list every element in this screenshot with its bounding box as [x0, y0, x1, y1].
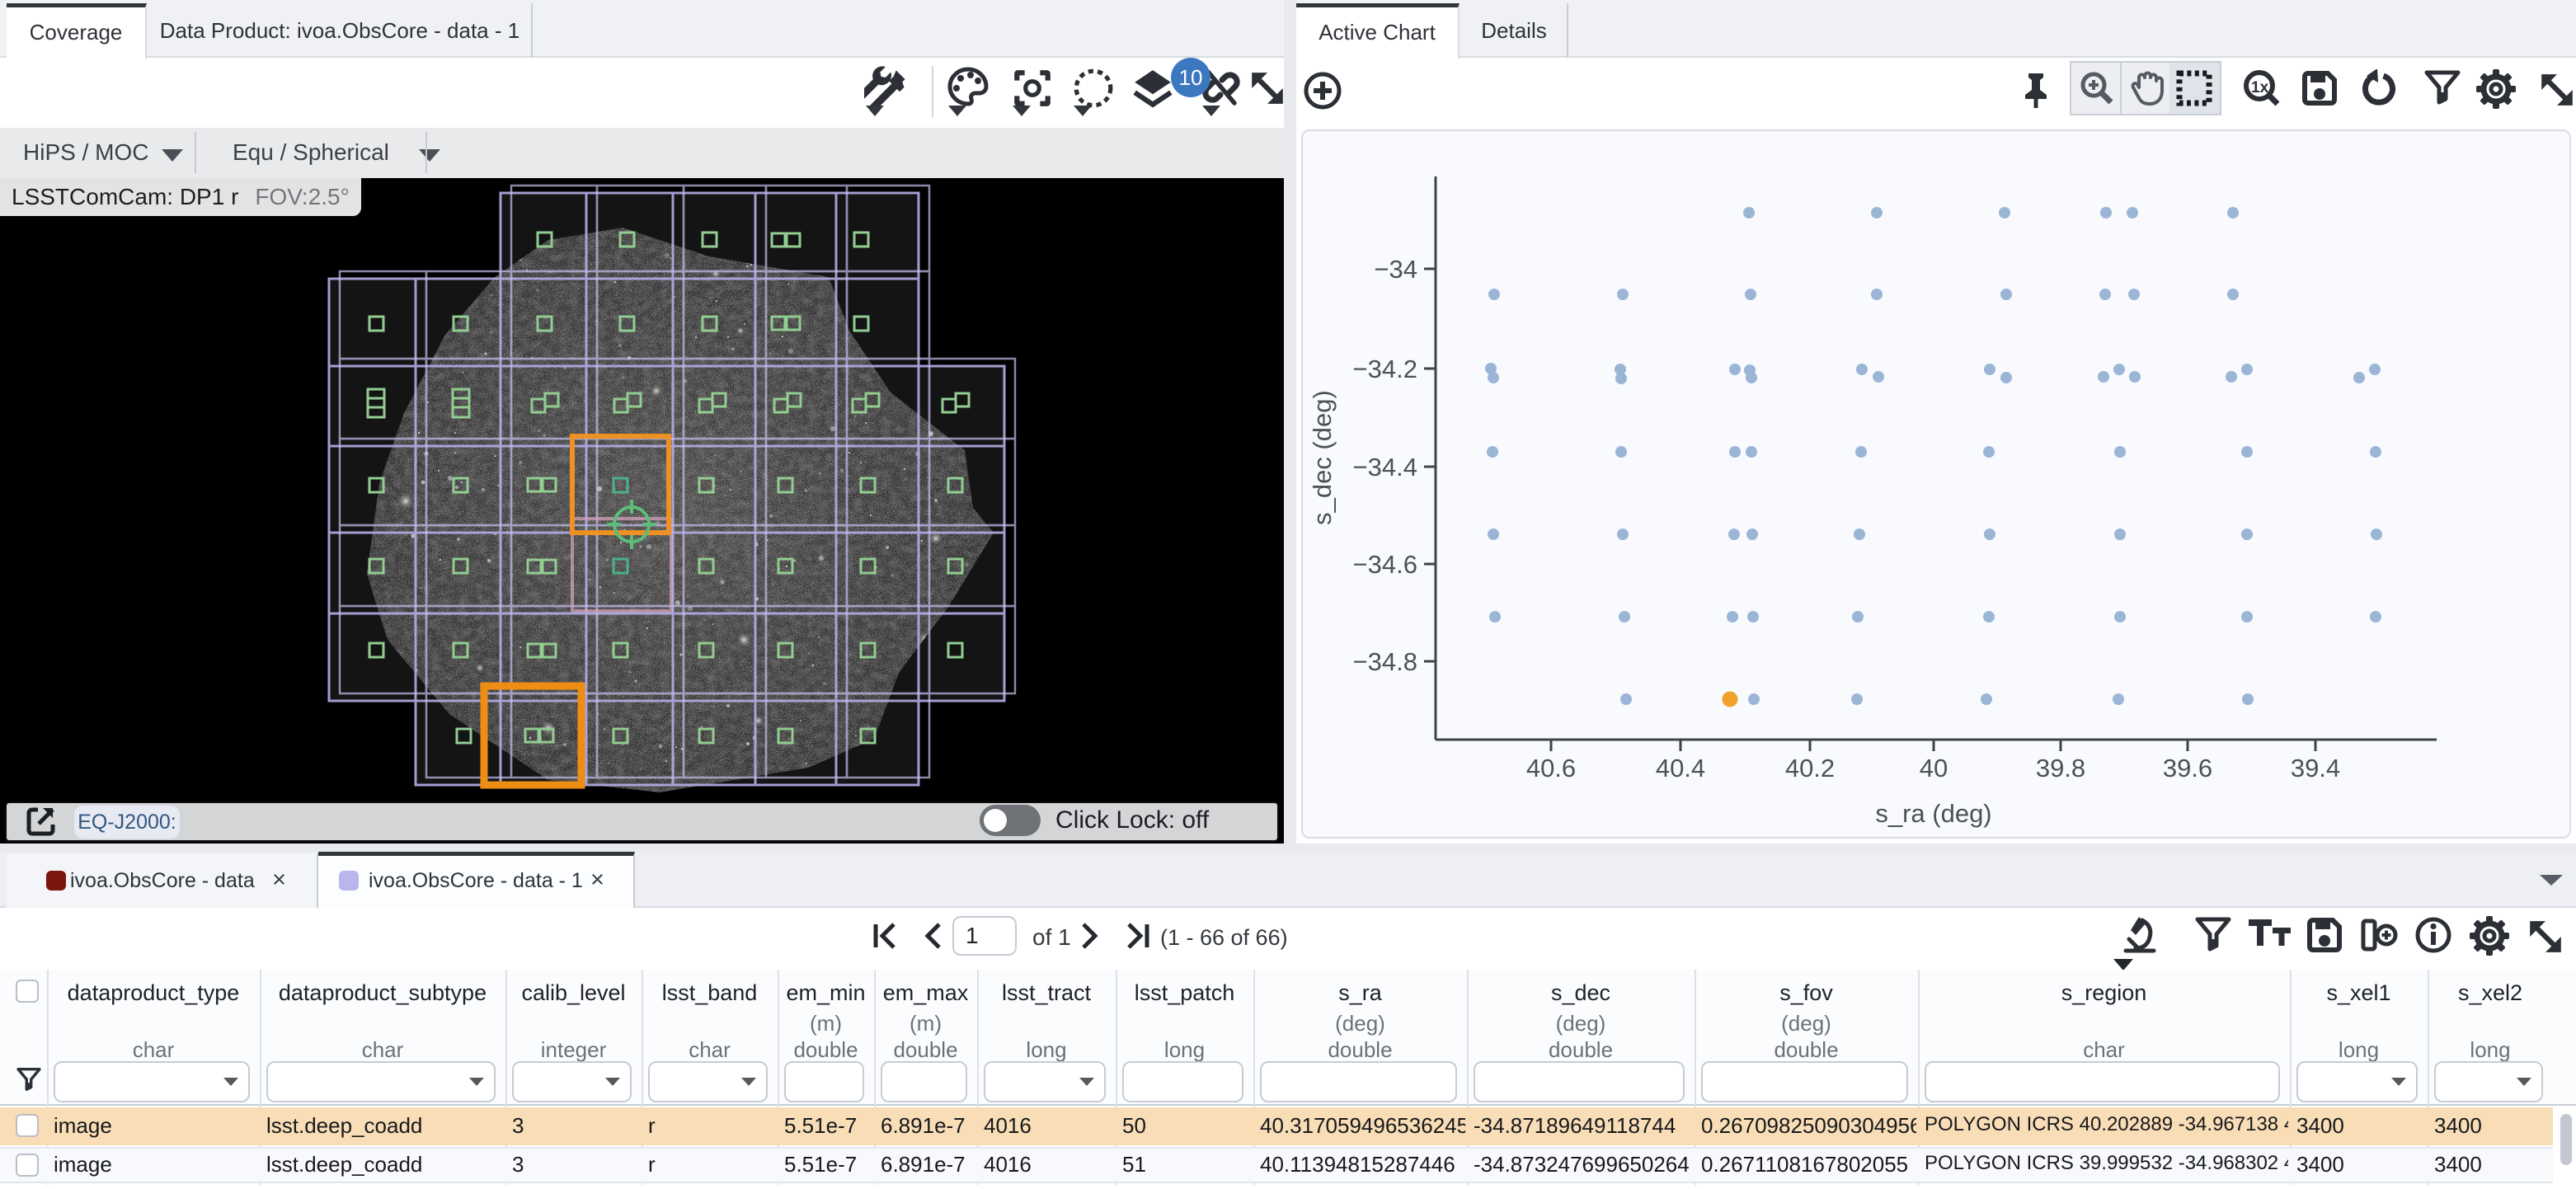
svg-text:−34.6: −34.6 [1353, 550, 1417, 579]
svg-text:40.4: 40.4 [1656, 754, 1705, 782]
svg-text:39.4: 39.4 [2291, 754, 2340, 782]
svg-text:s_ra (deg): s_ra (deg) [1875, 799, 1991, 828]
svg-text:−34.8: −34.8 [1353, 647, 1417, 676]
svg-text:40.6: 40.6 [1526, 754, 1576, 782]
svg-text:−34.2: −34.2 [1353, 355, 1417, 383]
svg-text:−34: −34 [1374, 255, 1417, 284]
svg-text:39.6: 39.6 [2163, 754, 2212, 782]
svg-text:1x: 1x [2251, 79, 2269, 96]
svg-text:s_dec (deg): s_dec (deg) [1308, 390, 1337, 525]
svg-text:40.2: 40.2 [1785, 754, 1835, 782]
svg-text:39.8: 39.8 [2036, 754, 2085, 782]
svg-text:40: 40 [1920, 754, 1948, 782]
svg-text:−34.4: −34.4 [1353, 453, 1417, 482]
